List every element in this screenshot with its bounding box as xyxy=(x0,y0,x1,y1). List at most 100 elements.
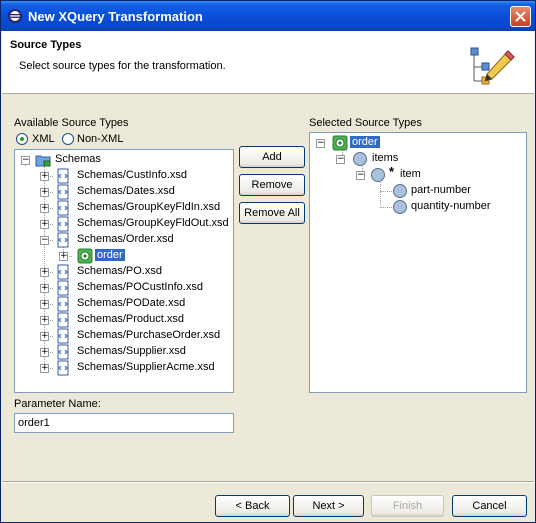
tree-node-podate[interactable]: + Schemas/PODate.xsd xyxy=(15,296,233,312)
tree-node-label: Schemas/Supplier.xsd xyxy=(77,345,186,357)
tree-node-custinfo[interactable]: + Schemas/CustInfo.xsd xyxy=(15,168,233,184)
tree-node-label: item xyxy=(400,168,421,180)
selected-types-label: Selected Source Types xyxy=(309,117,422,129)
tree-node-label: Schemas/Product.xsd xyxy=(77,313,184,325)
schema-file-icon xyxy=(57,280,69,296)
expand-toggle[interactable]: + xyxy=(40,268,49,277)
tree-node-label: order xyxy=(350,136,380,148)
tree-node-label: Schemas/CustInfo.xsd xyxy=(77,169,188,181)
tree-node-quantity-number[interactable]: quantity-number xyxy=(310,199,526,215)
tree-node-purchaseorder[interactable]: + Schemas/PurchaseOrder.xsd xyxy=(15,328,233,344)
tree-node-order[interactable]: − order xyxy=(310,135,526,151)
back-button[interactable]: < Back xyxy=(215,495,290,517)
tree-node-label: Schemas/SupplierAcme.xsd xyxy=(77,361,215,373)
non-xml-radio-label: Non-XML xyxy=(77,133,124,145)
available-types-tree[interactable]: − Schemas + Schemas/CustInfo.xsd + Schem… xyxy=(14,149,234,393)
tree-node-label: items xyxy=(372,152,399,164)
tree-pencil-icon xyxy=(470,47,515,85)
xml-radio[interactable] xyxy=(16,133,28,145)
schema-file-icon xyxy=(57,168,69,184)
expand-toggle[interactable]: + xyxy=(40,348,49,357)
tree-node-groupkeyfldin[interactable]: + Schemas/GroupKeyFldIn.xsd xyxy=(15,200,233,216)
sequence-node-icon xyxy=(371,168,385,182)
remove-button[interactable]: Remove xyxy=(239,174,305,196)
collapse-toggle[interactable]: − xyxy=(336,155,345,164)
non-xml-radio[interactable] xyxy=(62,133,74,145)
tree-node-label: Schemas/GroupKeyFldOut.xsd xyxy=(77,217,229,229)
cancel-button[interactable]: Cancel xyxy=(452,495,527,517)
schema-file-icon xyxy=(57,344,69,360)
tree-node-supplier[interactable]: + Schemas/Supplier.xsd xyxy=(15,344,233,360)
tree-node-order-xsd[interactable]: − Schemas/Order.xsd xyxy=(15,232,233,248)
expand-toggle[interactable]: + xyxy=(40,188,49,197)
schema-file-icon xyxy=(57,232,69,248)
page-description: Select source types for the transformati… xyxy=(19,60,226,72)
tree-node-groupkeyfldout[interactable]: + Schemas/GroupKeyFldOut.xsd xyxy=(15,216,233,232)
tree-node-po[interactable]: + Schemas/PO.xsd xyxy=(15,264,233,280)
schema-file-icon xyxy=(57,312,69,328)
tree-node-items[interactable]: − items xyxy=(310,151,526,167)
tree-node-part-number[interactable]: part-number xyxy=(310,183,526,199)
tree-node-product[interactable]: + Schemas/Product.xsd xyxy=(15,312,233,328)
expand-toggle[interactable]: + xyxy=(40,220,49,229)
element-icon xyxy=(77,248,93,264)
tree-node-label: Schemas/PO.xsd xyxy=(77,265,162,277)
tree-node-label: Schemas/Order.xsd xyxy=(77,233,174,245)
header-banner: Source Types Select source types for the… xyxy=(2,31,534,94)
eclipse-icon xyxy=(8,9,22,23)
parameter-name-input[interactable] xyxy=(14,413,234,433)
expand-toggle[interactable]: + xyxy=(40,172,49,181)
schema-file-icon xyxy=(57,360,69,376)
tree-node-item[interactable]: − * item xyxy=(310,164,526,183)
tree-node-label: Schemas/Dates.xsd xyxy=(77,185,175,197)
tree-node-label: Schemas xyxy=(55,153,101,165)
sequence-node-icon xyxy=(353,152,367,166)
footer-separator xyxy=(2,481,534,483)
tree-node-pocustinfo[interactable]: + Schemas/POCustInfo.xsd xyxy=(15,280,233,296)
schema-file-icon xyxy=(57,200,69,216)
tree-node-label: order xyxy=(95,249,125,261)
expand-toggle[interactable]: + xyxy=(40,284,49,293)
collapse-toggle[interactable]: − xyxy=(40,236,49,245)
page-title: Source Types xyxy=(10,39,82,51)
tree-node-supplieracme[interactable]: + Schemas/SupplierAcme.xsd xyxy=(15,360,233,376)
dialog-window: New XQuery Transformation Source Types S… xyxy=(0,0,536,523)
element-icon xyxy=(332,135,348,151)
close-icon xyxy=(515,11,526,22)
expand-toggle[interactable]: + xyxy=(40,332,49,341)
collapse-toggle[interactable]: − xyxy=(356,171,365,180)
available-types-label: Available Source Types xyxy=(14,117,129,129)
expand-toggle[interactable]: + xyxy=(40,364,49,373)
schema-file-icon xyxy=(57,264,69,280)
finish-button[interactable]: Finish xyxy=(371,495,444,517)
title-bar[interactable]: New XQuery Transformation xyxy=(1,1,535,31)
window-title: New XQuery Transformation xyxy=(28,9,203,24)
tree-node-root[interactable]: − Schemas xyxy=(15,152,233,168)
schema-file-icon xyxy=(57,184,69,200)
tree-node-label: Schemas/PODate.xsd xyxy=(77,297,186,309)
add-button[interactable]: Add xyxy=(239,146,305,168)
schema-file-icon xyxy=(57,296,69,312)
tree-node-dates[interactable]: + Schemas/Dates.xsd xyxy=(15,184,233,200)
selected-types-tree[interactable]: − order − items − * item part-number qua… xyxy=(309,132,527,393)
expand-toggle[interactable]: + xyxy=(40,300,49,309)
tree-node-label: Schemas/PurchaseOrder.xsd xyxy=(77,329,221,341)
close-button[interactable] xyxy=(510,6,531,27)
collapse-toggle[interactable]: − xyxy=(21,156,30,165)
expand-toggle[interactable]: + xyxy=(40,204,49,213)
xml-radio-label: XML xyxy=(32,133,55,145)
tree-node-label: Schemas/POCustInfo.xsd xyxy=(77,281,203,293)
repeat-marker: * xyxy=(389,164,395,179)
parameter-name-label: Parameter Name: xyxy=(14,398,101,410)
schema-file-icon xyxy=(57,328,69,344)
collapse-toggle[interactable]: − xyxy=(316,139,325,148)
folder-icon xyxy=(35,155,51,167)
expand-toggle[interactable]: + xyxy=(59,252,68,261)
expand-toggle[interactable]: + xyxy=(40,316,49,325)
remove-all-button[interactable]: Remove All xyxy=(239,202,305,224)
schema-file-icon xyxy=(57,216,69,232)
tree-node-order-element[interactable]: + order xyxy=(15,248,233,264)
next-button[interactable]: Next > xyxy=(293,495,364,517)
tree-node-label: Schemas/GroupKeyFldIn.xsd xyxy=(77,201,221,213)
attribute-node-icon xyxy=(393,200,407,214)
